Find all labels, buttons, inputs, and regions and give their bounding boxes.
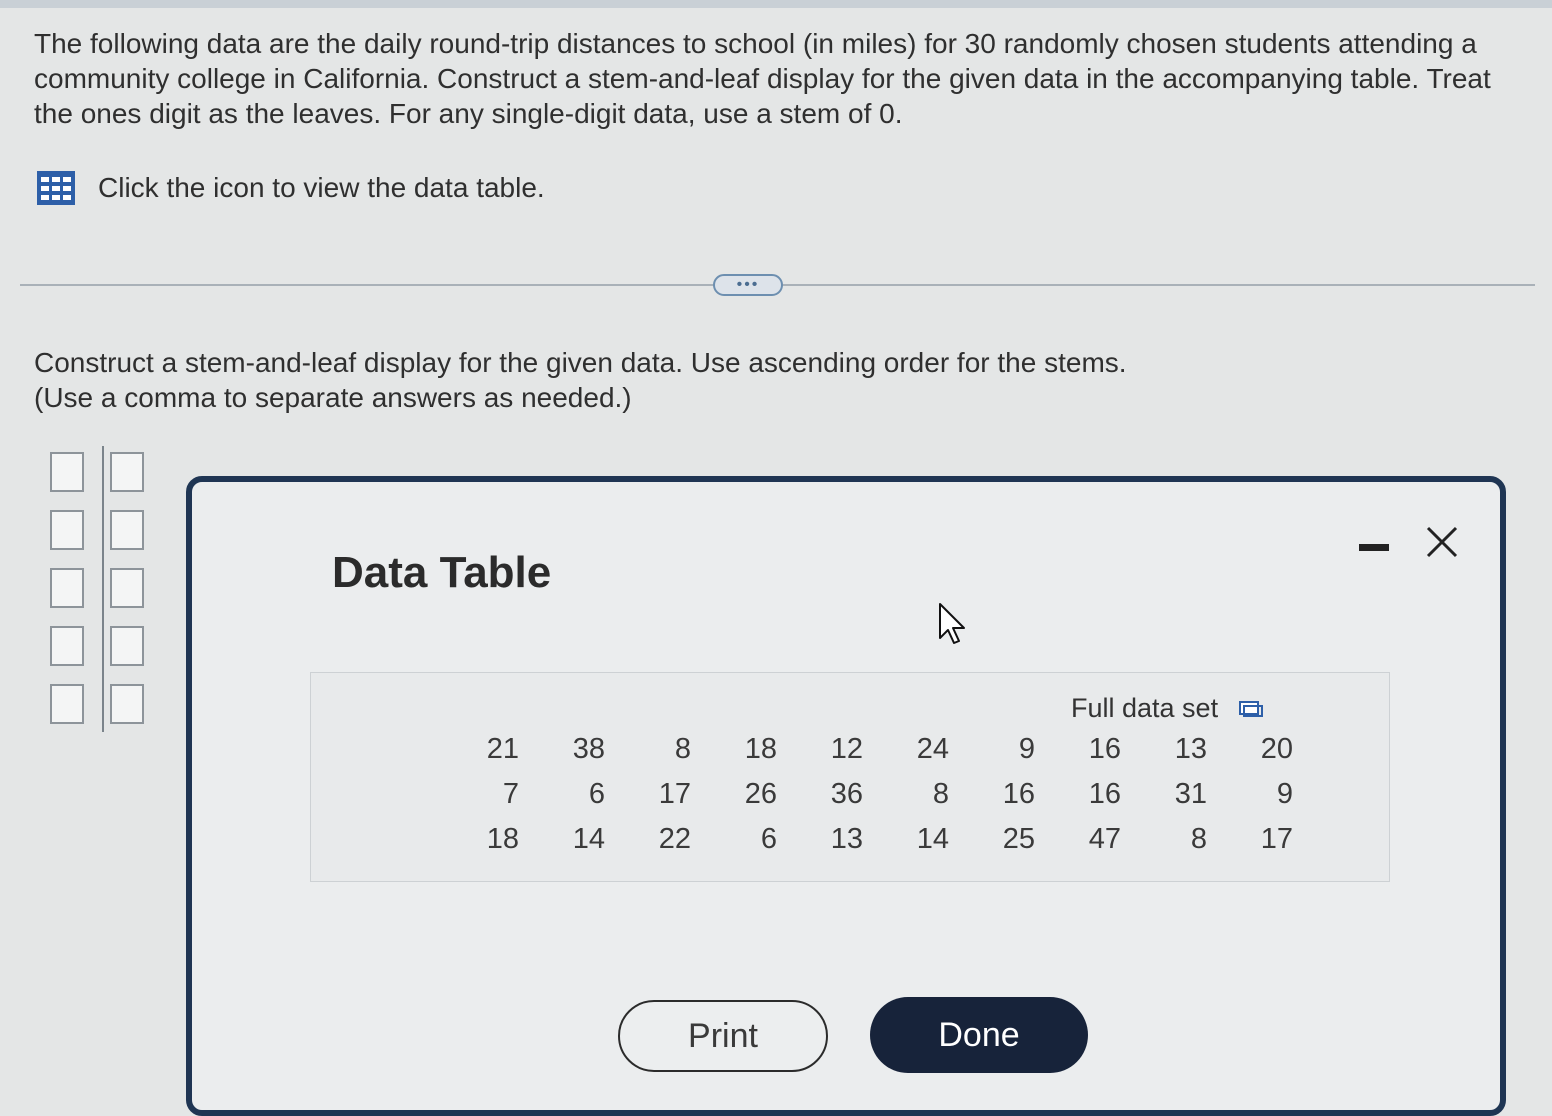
table-cell: 8 bbox=[932, 778, 949, 810]
stem-input[interactable] bbox=[50, 568, 84, 608]
table-cell: 26 bbox=[744, 778, 777, 810]
copy-icon[interactable] bbox=[1238, 699, 1264, 719]
leaf-input[interactable] bbox=[110, 510, 144, 550]
table-cell: 22 bbox=[658, 823, 691, 855]
table-cell: 6 bbox=[588, 778, 605, 810]
minimize-icon[interactable] bbox=[1359, 543, 1389, 551]
table-cell: 31 bbox=[1174, 778, 1207, 810]
table-cell: 14 bbox=[916, 823, 949, 855]
view-data-table-label[interactable]: Click the icon to view the data table. bbox=[98, 172, 545, 204]
data-values-table: 21 38 8 18 12 24 9 16 13 20 7 6 17 26 36… bbox=[441, 727, 1301, 862]
table-cell: 16 bbox=[1088, 733, 1121, 765]
top-edge-bar bbox=[0, 0, 1552, 8]
table-cell: 16 bbox=[1088, 778, 1121, 810]
stem-leaf-row bbox=[50, 684, 144, 724]
table-cell: 8 bbox=[674, 733, 691, 765]
stem-input[interactable] bbox=[50, 684, 84, 724]
table-cell: 9 bbox=[1276, 778, 1293, 810]
minimize-button[interactable] bbox=[1358, 540, 1390, 554]
view-data-table-link[interactable]: Click the icon to view the data table. bbox=[36, 170, 545, 206]
leaf-input[interactable] bbox=[110, 626, 144, 666]
table-cell: 13 bbox=[1174, 733, 1207, 765]
table-row: 7 6 17 26 36 8 16 16 31 9 bbox=[441, 772, 1301, 817]
table-grid-icon[interactable] bbox=[36, 170, 76, 206]
close-icon[interactable] bbox=[1422, 522, 1462, 562]
table-cell: 18 bbox=[486, 823, 519, 855]
table-cell: 14 bbox=[572, 823, 605, 855]
table-cell: 9 bbox=[1018, 733, 1035, 765]
leaf-input[interactable] bbox=[110, 568, 144, 608]
full-data-set-label[interactable]: Full data set bbox=[1071, 693, 1218, 724]
table-cell: 36 bbox=[830, 778, 863, 810]
print-button[interactable]: Print bbox=[618, 1000, 828, 1072]
table-cell: 17 bbox=[658, 778, 691, 810]
part-instruction: Construct a stem-and-leaf display for th… bbox=[34, 345, 1334, 415]
part-instruction-text: Construct a stem-and-leaf display for th… bbox=[34, 347, 1127, 378]
table-cell: 12 bbox=[830, 733, 863, 765]
table-cell: 18 bbox=[744, 733, 777, 765]
table-cell: 38 bbox=[572, 733, 605, 765]
full-data-set-button[interactable]: Full data set bbox=[1071, 693, 1264, 724]
stem-leaf-row bbox=[50, 510, 144, 550]
stem-input[interactable] bbox=[50, 626, 84, 666]
table-cell: 20 bbox=[1260, 733, 1293, 765]
table-cell: 6 bbox=[760, 823, 777, 855]
table-cell: 21 bbox=[486, 733, 519, 765]
leaf-input[interactable] bbox=[110, 684, 144, 724]
stem-leaf-row bbox=[50, 626, 144, 666]
table-row: 18 14 22 6 13 14 25 47 8 17 bbox=[441, 817, 1301, 862]
table-cell: 7 bbox=[502, 778, 519, 810]
table-cell: 8 bbox=[1190, 823, 1207, 855]
stem-leaf-row bbox=[50, 568, 144, 608]
table-cell: 16 bbox=[1002, 778, 1035, 810]
question-text: The following data are the daily round-t… bbox=[34, 28, 1491, 129]
stem-input[interactable] bbox=[50, 452, 84, 492]
stem-leaf-row bbox=[50, 452, 144, 492]
modal-title: Data Table bbox=[332, 548, 552, 597]
leaf-input[interactable] bbox=[110, 452, 144, 492]
data-table-modal: Data Table Full data set 21 38 8 18 12 2… bbox=[186, 476, 1506, 1116]
table-cell: 13 bbox=[830, 823, 863, 855]
expand-more-button[interactable]: ••• bbox=[713, 274, 783, 296]
stem-input[interactable] bbox=[50, 510, 84, 550]
mouse-pointer-icon bbox=[939, 603, 965, 644]
table-cell: 17 bbox=[1260, 823, 1293, 855]
table-cell: 47 bbox=[1088, 823, 1121, 855]
part-hint-text: (Use a comma to separate answers as need… bbox=[34, 382, 632, 413]
done-button[interactable]: Done bbox=[870, 997, 1088, 1073]
table-row: 21 38 8 18 12 24 9 16 13 20 bbox=[441, 727, 1301, 772]
data-table-panel: Full data set 21 38 8 18 12 24 9 16 13 2… bbox=[310, 672, 1390, 882]
table-cell: 25 bbox=[1002, 823, 1035, 855]
table-cell: 24 bbox=[916, 733, 949, 765]
